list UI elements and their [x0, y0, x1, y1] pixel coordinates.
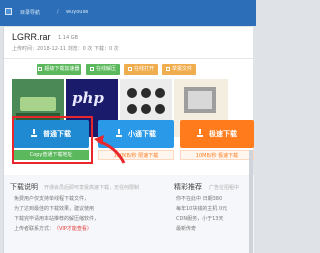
notes-line-3: 下载完毕请用本站推荐的解压缩软件，	[14, 216, 100, 222]
recommend-title: 精彩推荐	[174, 183, 202, 191]
accelerator-button[interactable]: 超级下载加速器	[37, 64, 81, 75]
top-navigation-bar: 目录导航 / wuyouxe	[0, 0, 256, 26]
recommend-item-1[interactable]: 你不在此中 日期380	[176, 195, 222, 202]
recommend-subtitle: 广告位招租中	[209, 185, 240, 191]
recommend-item-2[interactable]: 每年10块钱的主机 0元	[176, 205, 227, 212]
scrollbar[interactable]	[249, 150, 253, 253]
divider	[4, 58, 254, 59]
recommend-item-4[interactable]: 最新传奇	[176, 225, 196, 232]
open-online-button[interactable]: 在线打开	[124, 64, 158, 75]
file-meta: 上传时间：2018-12-11 浏览：0 次 下载：0 次	[12, 46, 119, 52]
file-size: 1.14 GB	[58, 35, 79, 41]
file-card: LGRR.rar 1.14 GB 上传时间：2018-12-11 浏览：0 次 …	[3, 27, 254, 253]
breadcrumb-home[interactable]: 目录导航	[20, 9, 40, 16]
breadcrumb-separator: /	[57, 9, 59, 15]
unzip-online-button[interactable]: 在线解压	[86, 64, 120, 75]
php-logo-text: php	[72, 89, 104, 107]
notes-line-4: 上传者联系方式：	[14, 226, 55, 232]
archive-icon	[89, 67, 94, 71]
fast-download-button[interactable]: 极速下载	[180, 120, 254, 148]
flag-icon	[165, 67, 170, 71]
fast-download-note: 10MB/秒 极速下载	[180, 150, 254, 160]
notes-line-1: 免费用户仅支持单线程下载文件，	[14, 196, 90, 202]
download-notes-subtitle: 开通会员后即可享受高速下载，无任何限制	[44, 185, 140, 191]
file-name: LGRR.rar	[12, 32, 51, 42]
report-file-button[interactable]: 举报文件	[162, 64, 196, 75]
notes-line-2: 为了达到最佳的下载效果，建议使用	[14, 206, 95, 212]
download-notes-title: 下载说明	[10, 183, 38, 191]
home-icon[interactable]	[5, 8, 12, 15]
recommend-item-3[interactable]: CDN服务，小于13天	[176, 215, 223, 222]
breadcrumb-user[interactable]: wuyouxe	[66, 9, 88, 15]
open-icon	[127, 67, 132, 71]
vip-contact-link[interactable]: （VIP才能查看）	[54, 225, 92, 232]
rocket-icon	[38, 67, 43, 71]
red-arrow-icon	[94, 135, 126, 164]
download-icon	[197, 129, 203, 137]
highlight-box	[12, 116, 93, 164]
